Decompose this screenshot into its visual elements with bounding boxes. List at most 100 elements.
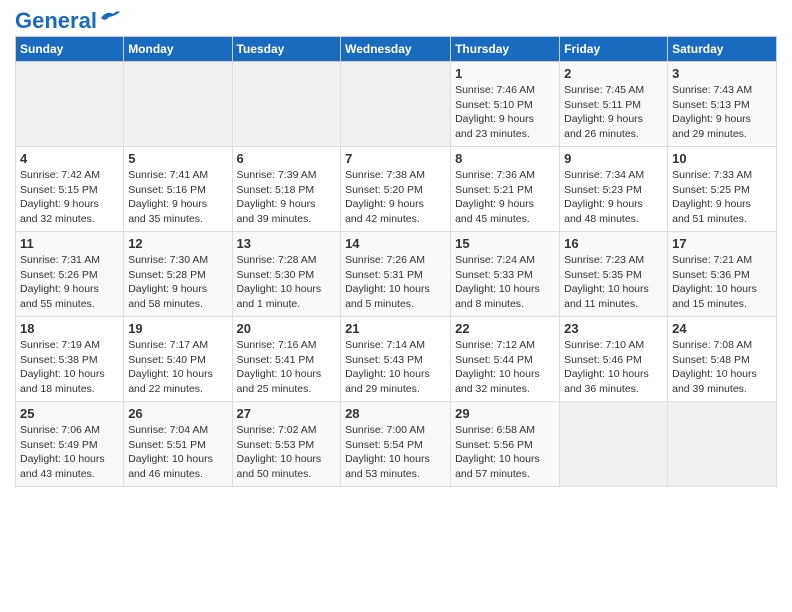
day-info: Sunrise: 7:34 AM Sunset: 5:23 PM Dayligh… [564,168,663,227]
calendar-cell: 29 Sunrise: 6:58 AM Sunset: 5:56 PM Dayli… [451,402,560,487]
day-number: 1 [455,66,555,81]
page-header: General [15,10,777,28]
calendar-cell: 16 Sunrise: 7:23 AM Sunset: 5:35 PM Dayli… [560,232,668,317]
day-info: Sunrise: 7:45 AM Sunset: 5:11 PM Dayligh… [564,83,663,142]
day-info: Sunrise: 7:10 AM Sunset: 5:46 PM Dayligh… [564,338,663,397]
calendar-cell: 18 Sunrise: 7:19 AM Sunset: 5:38 PM Dayli… [16,317,124,402]
calendar-cell: 7 Sunrise: 7:38 AM Sunset: 5:20 PM Daylig… [341,147,451,232]
calendar-table: SundayMondayTuesdayWednesdayThursdayFrid… [15,36,777,487]
day-info: Sunrise: 7:12 AM Sunset: 5:44 PM Dayligh… [455,338,555,397]
day-number: 8 [455,151,555,166]
day-number: 9 [564,151,663,166]
day-info: Sunrise: 7:41 AM Sunset: 5:16 PM Dayligh… [128,168,227,227]
calendar-cell: 4Sunrise: 7:42 AM Sunset: 5:15 PM Daylig… [16,147,124,232]
calendar-cell [560,402,668,487]
calendar-cell [16,62,124,147]
day-info: Sunrise: 7:31 AM Sunset: 5:26 PM Dayligh… [20,253,119,312]
day-info: Sunrise: 7:17 AM Sunset: 5:40 PM Dayligh… [128,338,227,397]
calendar-cell: 1 Sunrise: 7:46 AM Sunset: 5:10 PM Daylig… [451,62,560,147]
day-number: 25 [20,406,119,421]
day-number: 16 [564,236,663,251]
calendar-cell: 26Sunrise: 7:04 AM Sunset: 5:51 PM Dayli… [124,402,232,487]
day-info: Sunrise: 7:19 AM Sunset: 5:38 PM Dayligh… [20,338,119,397]
calendar-cell: 10 Sunrise: 7:33 AM Sunset: 5:25 PM Dayli… [668,147,777,232]
day-info: Sunrise: 7:30 AM Sunset: 5:28 PM Dayligh… [128,253,227,312]
day-info: Sunrise: 7:33 AM Sunset: 5:25 PM Dayligh… [672,168,772,227]
day-info: Sunrise: 7:06 AM Sunset: 5:49 PM Dayligh… [20,423,119,482]
calendar-week-5: 25 Sunrise: 7:06 AM Sunset: 5:49 PM Dayli… [16,402,777,487]
day-number: 27 [237,406,337,421]
calendar-cell [232,62,341,147]
logo-bird-icon [99,8,121,26]
calendar-week-3: 11Sunrise: 7:31 AM Sunset: 5:26 PM Dayli… [16,232,777,317]
day-number: 5 [128,151,227,166]
logo-text: General [15,10,97,32]
day-info: Sunrise: 7:02 AM Sunset: 5:53 PM Dayligh… [237,423,337,482]
day-number: 4 [20,151,119,166]
calendar-cell: 15 Sunrise: 7:24 AM Sunset: 5:33 PM Dayli… [451,232,560,317]
day-number: 29 [455,406,555,421]
calendar-cell: 13 Sunrise: 7:28 AM Sunset: 5:30 PM Dayli… [232,232,341,317]
day-info: Sunrise: 7:38 AM Sunset: 5:20 PM Dayligh… [345,168,446,227]
calendar-cell: 2 Sunrise: 7:45 AM Sunset: 5:11 PM Daylig… [560,62,668,147]
calendar-cell: 6 Sunrise: 7:39 AM Sunset: 5:18 PM Daylig… [232,147,341,232]
calendar-cell: 23 Sunrise: 7:10 AM Sunset: 5:46 PM Dayli… [560,317,668,402]
day-number: 24 [672,321,772,336]
day-number: 21 [345,321,446,336]
day-info: Sunrise: 6:58 AM Sunset: 5:56 PM Dayligh… [455,423,555,482]
day-number: 20 [237,321,337,336]
calendar-cell: 9 Sunrise: 7:34 AM Sunset: 5:23 PM Daylig… [560,147,668,232]
day-info: Sunrise: 7:39 AM Sunset: 5:18 PM Dayligh… [237,168,337,227]
day-number: 12 [128,236,227,251]
calendar-cell: 24 Sunrise: 7:08 AM Sunset: 5:48 PM Dayli… [668,317,777,402]
day-number: 10 [672,151,772,166]
calendar-cell: 25 Sunrise: 7:06 AM Sunset: 5:49 PM Dayli… [16,402,124,487]
day-number: 6 [237,151,337,166]
calendar-cell: 12 Sunrise: 7:30 AM Sunset: 5:28 PM Dayli… [124,232,232,317]
logo: General [15,10,121,28]
day-info: Sunrise: 7:43 AM Sunset: 5:13 PM Dayligh… [672,83,772,142]
day-info: Sunrise: 7:24 AM Sunset: 5:33 PM Dayligh… [455,253,555,312]
day-number: 23 [564,321,663,336]
dow-header-sunday: Sunday [16,37,124,62]
day-info: Sunrise: 7:23 AM Sunset: 5:35 PM Dayligh… [564,253,663,312]
day-number: 22 [455,321,555,336]
calendar-cell: 22 Sunrise: 7:12 AM Sunset: 5:44 PM Dayli… [451,317,560,402]
calendar-week-4: 18 Sunrise: 7:19 AM Sunset: 5:38 PM Dayli… [16,317,777,402]
calendar-cell: 17 Sunrise: 7:21 AM Sunset: 5:36 PM Dayli… [668,232,777,317]
day-number: 28 [345,406,446,421]
day-number: 19 [128,321,227,336]
day-info: Sunrise: 7:16 AM Sunset: 5:41 PM Dayligh… [237,338,337,397]
day-number: 13 [237,236,337,251]
calendar-cell: 14 Sunrise: 7:26 AM Sunset: 5:31 PM Dayli… [341,232,451,317]
calendar-week-2: 4Sunrise: 7:42 AM Sunset: 5:15 PM Daylig… [16,147,777,232]
calendar-cell: 20 Sunrise: 7:16 AM Sunset: 5:41 PM Dayli… [232,317,341,402]
calendar-cell: 27 Sunrise: 7:02 AM Sunset: 5:53 PM Dayli… [232,402,341,487]
dow-header-wednesday: Wednesday [341,37,451,62]
dow-header-saturday: Saturday [668,37,777,62]
day-number: 3 [672,66,772,81]
dow-header-thursday: Thursday [451,37,560,62]
day-number: 18 [20,321,119,336]
day-info: Sunrise: 7:14 AM Sunset: 5:43 PM Dayligh… [345,338,446,397]
day-info: Sunrise: 7:36 AM Sunset: 5:21 PM Dayligh… [455,168,555,227]
day-info: Sunrise: 7:08 AM Sunset: 5:48 PM Dayligh… [672,338,772,397]
day-info: Sunrise: 7:26 AM Sunset: 5:31 PM Dayligh… [345,253,446,312]
dow-header-monday: Monday [124,37,232,62]
calendar-cell: 21 Sunrise: 7:14 AM Sunset: 5:43 PM Dayli… [341,317,451,402]
day-info: Sunrise: 7:28 AM Sunset: 5:30 PM Dayligh… [237,253,337,312]
day-number: 7 [345,151,446,166]
calendar-cell [124,62,232,147]
calendar-cell: 28 Sunrise: 7:00 AM Sunset: 5:54 PM Dayli… [341,402,451,487]
day-info: Sunrise: 7:00 AM Sunset: 5:54 PM Dayligh… [345,423,446,482]
day-info: Sunrise: 7:21 AM Sunset: 5:36 PM Dayligh… [672,253,772,312]
day-number: 2 [564,66,663,81]
calendar-cell: 8 Sunrise: 7:36 AM Sunset: 5:21 PM Daylig… [451,147,560,232]
calendar-cell: 3 Sunrise: 7:43 AM Sunset: 5:13 PM Daylig… [668,62,777,147]
day-number: 17 [672,236,772,251]
calendar-cell [341,62,451,147]
day-number: 14 [345,236,446,251]
day-number: 15 [455,236,555,251]
calendar-cell [668,402,777,487]
day-info: Sunrise: 7:46 AM Sunset: 5:10 PM Dayligh… [455,83,555,142]
